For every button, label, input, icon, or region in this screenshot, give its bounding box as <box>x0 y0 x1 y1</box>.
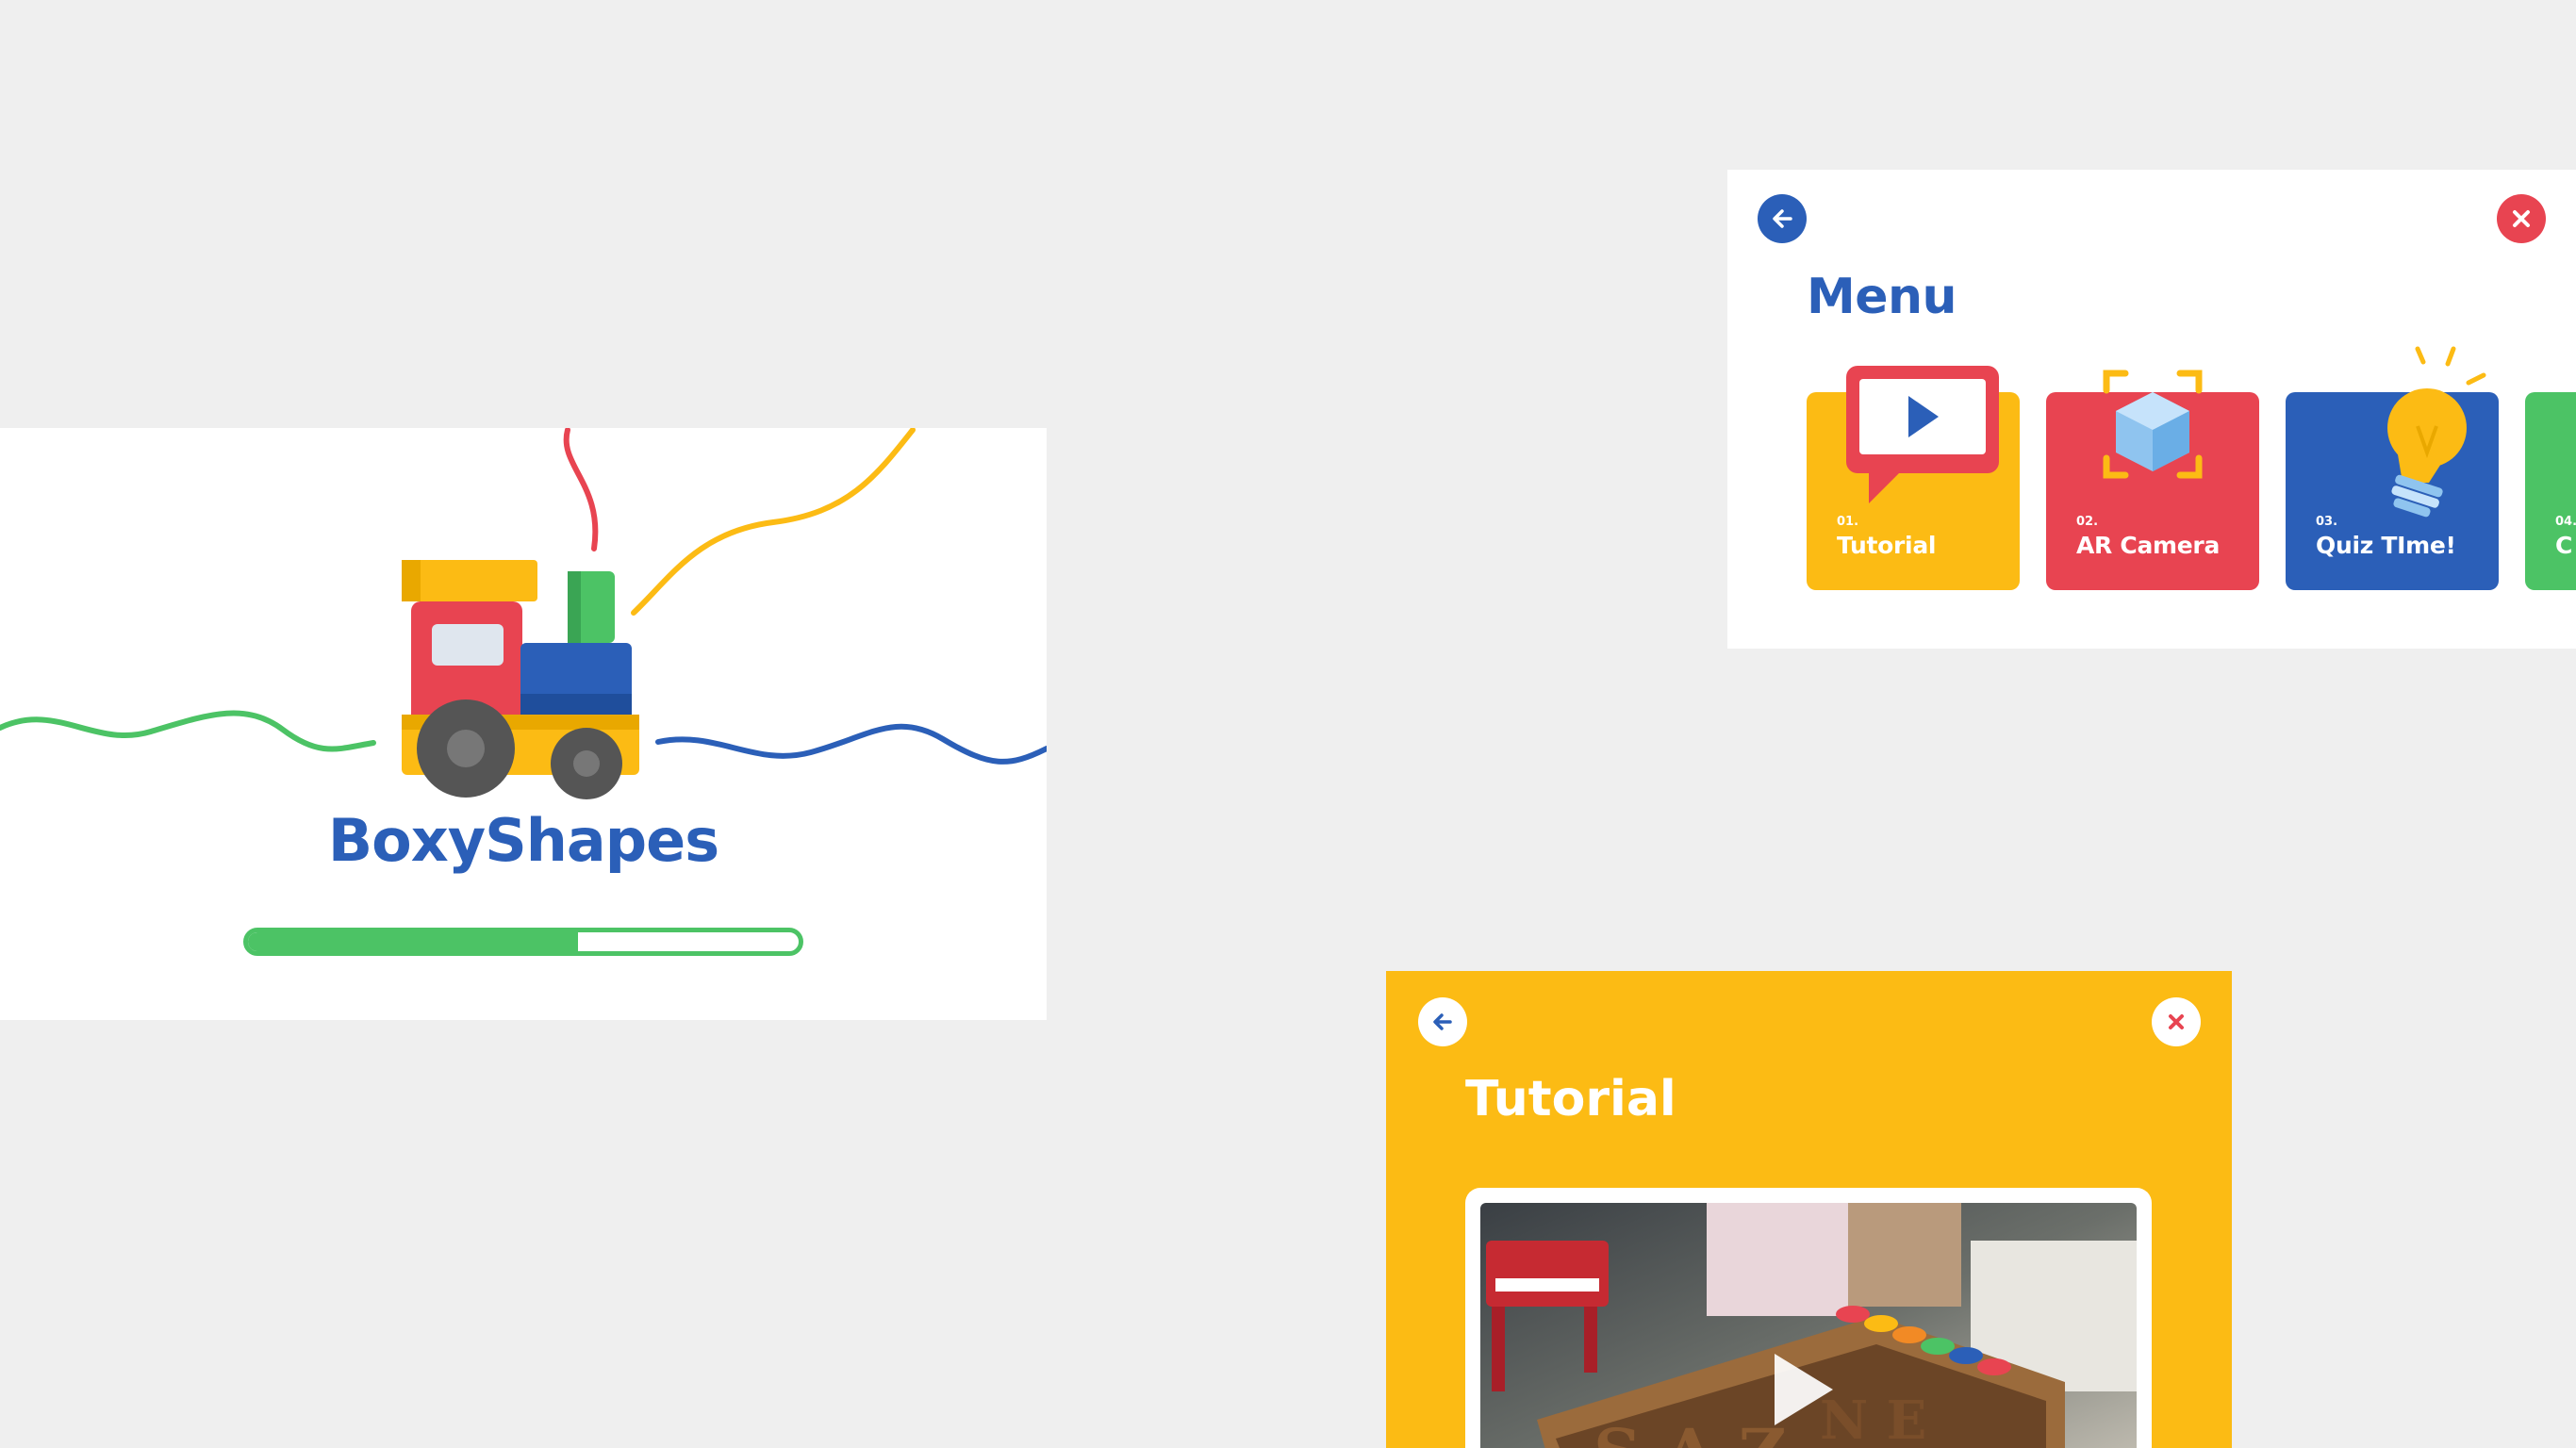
yellow-wave-line <box>631 428 916 616</box>
card-number: 03. <box>2316 515 2338 529</box>
video-play-icon <box>1846 366 1999 503</box>
card-label: C <box>2555 532 2573 559</box>
menu-panel: Menu 01. Tutorial 02. AR Camera 03. Quiz… <box>1727 170 2576 649</box>
close-icon <box>2169 1014 2184 1029</box>
card-label: Quiz TIme! <box>2316 532 2456 559</box>
close-icon <box>2513 210 2530 227</box>
svg-text:N E: N E <box>1820 1390 1926 1448</box>
video-thumbnail: S A Z N E <box>1480 1203 2137 1448</box>
close-button[interactable] <box>2152 997 2201 1046</box>
card-number: 01. <box>1837 515 1859 529</box>
splash-screen: BoxyShapes <box>0 428 1047 1020</box>
ar-cube-icon <box>2103 370 2203 479</box>
tutorial-title: Tutorial <box>1465 1071 1676 1127</box>
menu-card-4[interactable]: 04. C <box>2525 392 2576 590</box>
menu-card-quiz-time[interactable]: 03. Quiz TIme! <box>2286 346 2499 590</box>
arrow-left-icon <box>1433 1013 1452 1030</box>
tutorial-video[interactable]: S A Z N E <box>1480 1203 2137 1448</box>
back-button[interactable] <box>1418 997 1467 1046</box>
card-label: AR Camera <box>2076 532 2221 559</box>
close-button[interactable] <box>2497 194 2546 243</box>
green-wave-line <box>0 710 376 752</box>
back-button[interactable] <box>1758 194 1807 243</box>
tutorial-panel: Tutorial N E <box>1386 971 2232 1448</box>
video-frame: S A Z N E <box>1465 1188 2152 1448</box>
lightbulb-icon <box>2387 346 2486 518</box>
card-number: 04. <box>2555 515 2576 529</box>
red-wave-line <box>563 428 599 551</box>
loading-progress-fill <box>248 932 579 951</box>
svg-text:S A Z: S A Z <box>1593 1414 1787 1448</box>
loading-progress-bar <box>243 928 803 956</box>
card-number: 02. <box>2076 515 2099 529</box>
menu-title: Menu <box>1807 269 1957 325</box>
toy-train-icon <box>402 560 639 799</box>
menu-card-ar-camera[interactable]: 02. AR Camera <box>2046 370 2259 590</box>
card-label: Tutorial <box>1837 532 1937 559</box>
menu-card-tutorial[interactable]: 01. Tutorial <box>1807 366 2020 590</box>
arrow-left-icon <box>1773 209 1792 228</box>
app-name: BoxyShapes <box>327 806 719 875</box>
blue-wave-line <box>655 723 1047 765</box>
